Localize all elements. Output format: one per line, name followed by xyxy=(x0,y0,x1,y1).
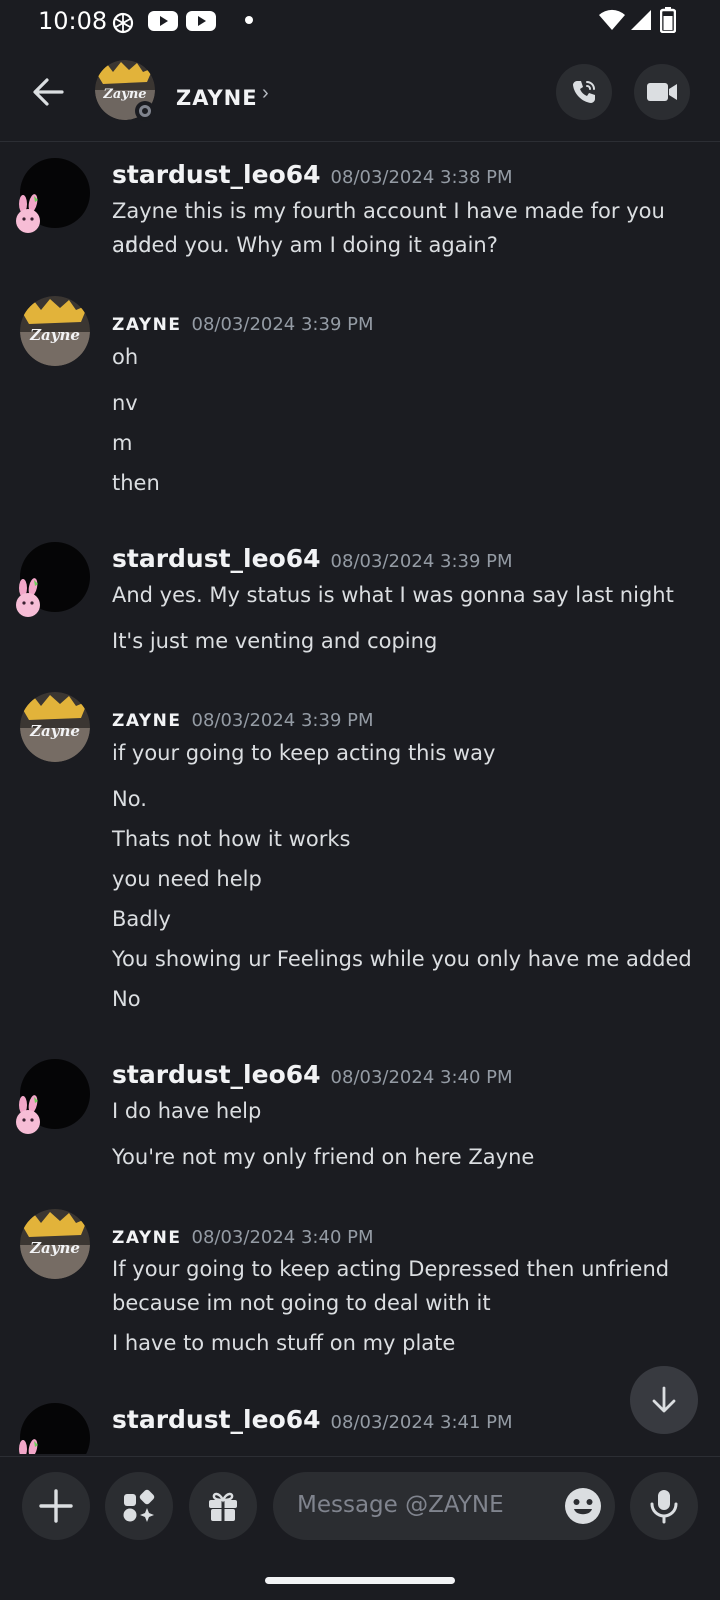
arrow-down-icon xyxy=(652,1386,676,1413)
message-text[interactable]: If your going to keep acting Depressed t… xyxy=(112,1252,702,1286)
home-indicator[interactable] xyxy=(265,1577,455,1584)
message-text[interactable]: added you. Why am I doing it again? xyxy=(112,228,702,262)
bunny-sticker-icon xyxy=(19,1439,38,1454)
avatar-label: Zayne xyxy=(102,87,146,102)
video-call-button[interactable] xyxy=(634,64,690,120)
chevron-right-icon: › xyxy=(262,82,269,104)
notification-dot-icon xyxy=(245,16,253,24)
message-header: ZAYNE 08/03/2024 3:39 PM xyxy=(112,314,374,335)
message-text[interactable]: No xyxy=(112,982,702,1016)
youtube-icon xyxy=(148,11,178,31)
message-header: stardust_leo64 08/03/2024 3:41 PM xyxy=(112,1405,513,1434)
youtube-icon xyxy=(186,11,216,31)
battery-icon xyxy=(660,7,676,33)
message-composer: Message @ZAYNE xyxy=(0,1456,720,1600)
arrow-left-icon[interactable] xyxy=(28,72,68,112)
avatar-label: Zayne xyxy=(29,722,80,740)
message-text[interactable]: then xyxy=(112,466,702,500)
message-text[interactable]: No. xyxy=(112,782,702,816)
bunny-sticker-icon xyxy=(16,194,40,233)
timestamp: 08/03/2024 3:41 PM xyxy=(330,1412,513,1433)
bunny-sticker-icon xyxy=(16,578,40,617)
message-text[interactable]: And yes. My status is what I was gonna s… xyxy=(112,578,702,612)
username[interactable]: ZAYNE xyxy=(112,315,182,335)
message-list[interactable]: stardust_leo64 08/03/2024 3:38 PM Zayne t… xyxy=(0,142,720,1454)
avatar-label: Zayne xyxy=(29,1239,80,1257)
avatar-label: Zayne xyxy=(29,326,80,344)
phone-call-icon xyxy=(573,81,595,103)
timestamp: 08/03/2024 3:38 PM xyxy=(330,167,513,188)
emoji-icon[interactable] xyxy=(563,1486,603,1526)
status-bar: 10:08 xyxy=(0,0,720,44)
timestamp: 08/03/2024 3:39 PM xyxy=(330,551,513,572)
avatar[interactable]: Zayne xyxy=(20,296,90,366)
timestamp: 08/03/2024 3:39 PM xyxy=(191,314,374,335)
gift-button[interactable] xyxy=(189,1472,257,1540)
message-text[interactable]: nv xyxy=(112,386,702,420)
username[interactable]: stardust_leo64 xyxy=(112,1405,321,1434)
username[interactable]: stardust_leo64 xyxy=(112,1060,321,1089)
message-input-placeholder: Message @ZAYNE xyxy=(297,1492,504,1518)
message-text[interactable]: I have to much stuff on my plate xyxy=(112,1326,702,1360)
username[interactable]: ZAYNE xyxy=(112,711,182,731)
message-header: stardust_leo64 08/03/2024 3:38 PM xyxy=(112,160,513,189)
username[interactable]: stardust_leo64 xyxy=(112,160,321,189)
page-title[interactable]: ZAYNE xyxy=(176,86,258,110)
wifi-icon xyxy=(599,9,625,30)
message-text[interactable]: Badly xyxy=(112,902,702,936)
avatar[interactable]: Zayne xyxy=(20,1209,90,1279)
message-header: stardust_leo64 08/03/2024 3:40 PM xyxy=(112,1060,513,1089)
message-header: ZAYNE 08/03/2024 3:39 PM xyxy=(112,710,374,731)
chat-header: Zayne ZAYNE › xyxy=(0,44,720,142)
message-header: ZAYNE 08/03/2024 3:40 PM xyxy=(112,1227,374,1248)
message-input[interactable]: Message @ZAYNE xyxy=(273,1472,615,1540)
message-text[interactable]: I do have help xyxy=(112,1094,702,1128)
message-text[interactable]: You showing ur Feelings while you only h… xyxy=(112,942,702,976)
status-time: 10:08 xyxy=(38,7,108,35)
message-text[interactable]: It's just me venting and coping xyxy=(112,624,702,658)
microphone-icon xyxy=(650,1490,678,1524)
apps-button[interactable] xyxy=(105,1472,173,1540)
message-text[interactable]: oh xyxy=(112,340,702,374)
message-text[interactable]: you need help xyxy=(112,862,702,896)
message-text[interactable]: Thats not how it works xyxy=(112,822,702,856)
signal-icon xyxy=(631,10,651,30)
apps-icon xyxy=(123,1489,155,1522)
message-text[interactable]: because im not going to deal with it xyxy=(112,1286,702,1320)
plus-icon xyxy=(39,1489,73,1523)
avatar[interactable]: Zayne xyxy=(20,692,90,762)
message-text[interactable]: m xyxy=(112,426,702,460)
bunny-sticker-icon xyxy=(16,1095,40,1134)
video-camera-icon xyxy=(647,83,677,101)
timestamp: 08/03/2024 3:39 PM xyxy=(191,710,374,731)
voice-call-button[interactable] xyxy=(556,64,612,120)
status-indicator xyxy=(135,101,155,121)
gift-icon xyxy=(209,1492,237,1521)
voice-message-button[interactable] xyxy=(630,1472,698,1540)
add-button[interactable] xyxy=(22,1472,90,1540)
timestamp: 08/03/2024 3:40 PM xyxy=(191,1227,374,1248)
openai-icon xyxy=(112,12,134,34)
username[interactable]: ZAYNE xyxy=(112,1228,182,1248)
message-header: stardust_leo64 08/03/2024 3:39 PM xyxy=(112,544,513,573)
timestamp: 08/03/2024 3:40 PM xyxy=(330,1067,513,1088)
message-text[interactable]: You're not my only friend on here Zayne xyxy=(112,1140,702,1174)
scroll-to-bottom-button[interactable] xyxy=(630,1366,698,1434)
username[interactable]: stardust_leo64 xyxy=(112,544,321,573)
message-text[interactable]: if your going to keep acting this way xyxy=(112,736,702,770)
